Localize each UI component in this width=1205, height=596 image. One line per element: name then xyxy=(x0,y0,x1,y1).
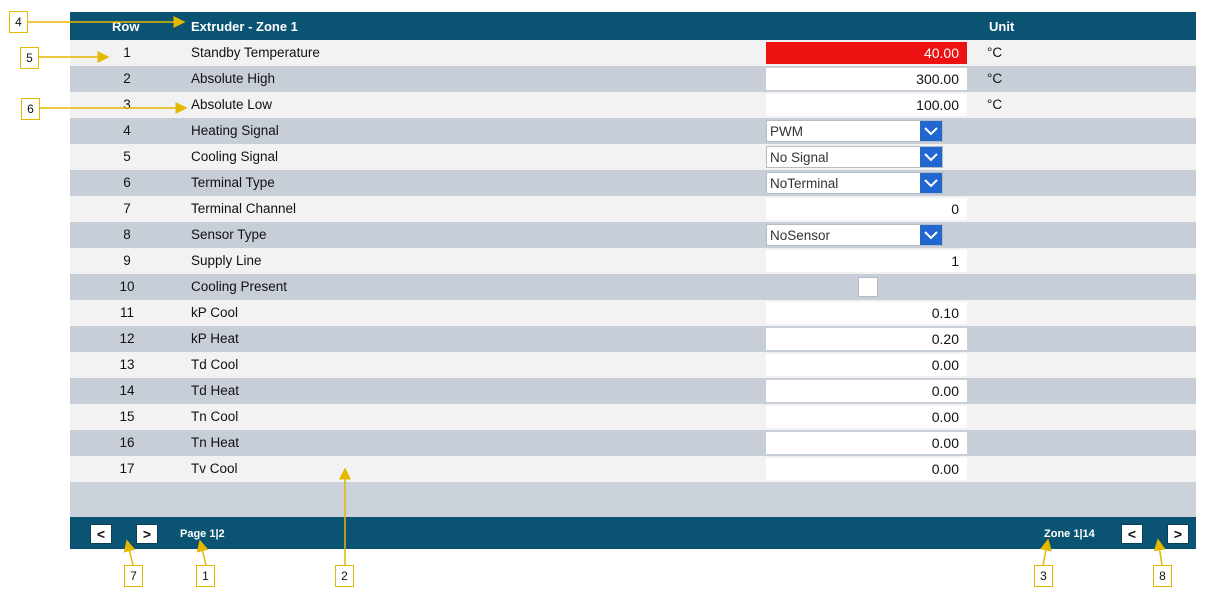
callout-2: 2 xyxy=(335,565,354,587)
callout-1: 1 xyxy=(196,565,215,587)
callout-arrows xyxy=(28,16,1166,566)
callout-7: 7 xyxy=(124,565,143,587)
callout-6: 6 xyxy=(21,98,40,120)
callout-8: 8 xyxy=(1153,565,1172,587)
callout-5: 5 xyxy=(20,47,39,69)
callout-3: 3 xyxy=(1034,565,1053,587)
callout-4: 4 xyxy=(9,11,28,33)
